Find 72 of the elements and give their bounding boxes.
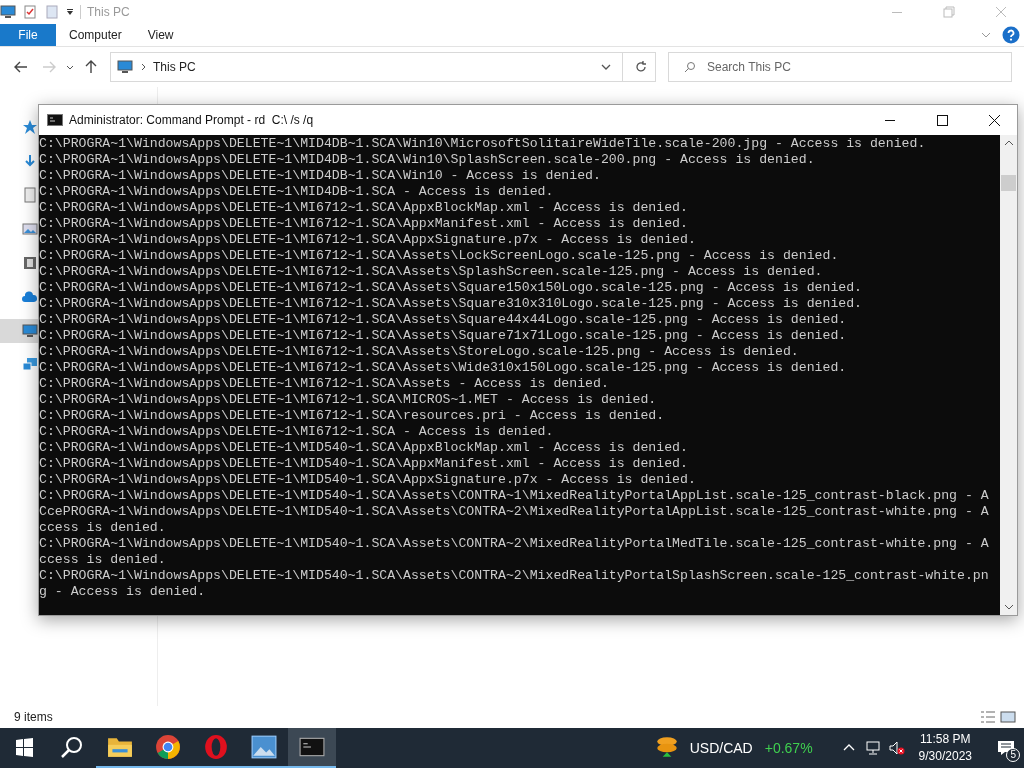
film-icon bbox=[22, 255, 38, 271]
back-arrow-icon[interactable] bbox=[13, 59, 29, 75]
search-field[interactable]: Search This PC bbox=[668, 52, 1012, 82]
chevron-icon bbox=[139, 63, 147, 71]
taskbar-app[interactable] bbox=[288, 728, 336, 768]
window-title: Administrator: Command Prompt - rd C:\ /s /q bbox=[69, 113, 314, 127]
refresh-icon[interactable] bbox=[633, 59, 649, 75]
speaker-icon[interactable] bbox=[888, 740, 905, 756]
console-line: C:\PROGRA~1\WindowsApps\DELETE~1\MID4DB~1.SCA\Win10 - Access is denied. bbox=[39, 168, 601, 184]
address-text: This PC bbox=[153, 60, 196, 74]
console-line: C:\PROGRA~1\WindowsApps\DELETE~1\MI6712~1.SCA\Assets\Square44x44Logo.scale-125.png - Access is denied. bbox=[39, 312, 847, 328]
console-line: C:\PROGRA~1\WindowsApps\DELETE~1\MID540~1.SCA\AppxBlockMap.xml - Access is denied. bbox=[39, 440, 688, 456]
browser-icon bbox=[155, 734, 181, 760]
console-line: ccess is denied. bbox=[39, 552, 166, 568]
clock-time[interactable]: 11:58 PM bbox=[920, 731, 971, 748]
console-line: C:\PROGRA~1\WindowsApps\DELETE~1\MI6712~1.SCA\Assets\Wide310x150Logo.scale-125.png - Access is denied. bbox=[39, 360, 847, 376]
help-icon[interactable] bbox=[1002, 26, 1020, 44]
console-line: C:\PROGRA~1\WindowsApps\DELETE~1\MID540~1.SCA\Assets\CONTRA~1\MixedRealityPortalAppList.scale-125_contrast-black.png - A bbox=[39, 488, 989, 504]
file-tab[interactable]: File bbox=[0, 24, 56, 46]
properties-icon[interactable] bbox=[22, 4, 38, 20]
console-line: C:\PROGRA~1\WindowsApps\DELETE~1\MID540~1.SCA\Assets\CONTRA~2\MixedRealityPortalSplashScreen.scale-125_contrast-white.pn bbox=[39, 568, 989, 584]
clock-date[interactable]: 9/30/2023 bbox=[918, 748, 972, 765]
image-icon bbox=[22, 221, 38, 237]
computer-icon bbox=[0, 4, 16, 20]
console-line: C:\PROGRA~1\WindowsApps\DELETE~1\MI6712~1.SCA\MICROS~1.MET - Access is denied. bbox=[39, 392, 657, 408]
console-line: C:\PROGRA~1\WindowsApps\DELETE~1\MID4DB~1.SCA - Access is denied. bbox=[39, 184, 554, 200]
console-line: g - Access is denied. bbox=[39, 584, 206, 600]
console-line: C:\PROGRA~1\WindowsApps\DELETE~1\MID540~1.SCA\Assets\CONTRA~2\MixedRealityPortalMedTile.scale-125_contrast-white.png - A bbox=[39, 536, 989, 552]
currency-pair[interactable]: USD/CAD bbox=[689, 740, 753, 756]
console-line: C:\PROGRA~1\WindowsApps\DELETE~1\MI6712~1.SCA\Assets - Access is denied. bbox=[39, 376, 609, 392]
scrollbar[interactable] bbox=[1000, 135, 1017, 615]
console-line: ccess is denied. bbox=[39, 520, 166, 536]
console-line: CcePROGRA~1\WindowsApps\DELETE~1\MID540~1.SCA\Assets\CONTRA~2\MixedRealityPortalAppList.scale-125_contrast-white.png - A bbox=[39, 504, 989, 520]
console-line: C:\PROGRA~1\WindowsApps\DELETE~1\MI6712~1.SCA\Assets\LockScreenLogo.scale-125.png - Access is denied. bbox=[39, 248, 839, 264]
notification-badge[interactable]: 5 bbox=[1006, 748, 1020, 762]
ring-icon bbox=[203, 734, 229, 760]
console-line: C:\PROGRA~1\WindowsApps\DELETE~1\MI6712~1.SCA\Assets\Square310x310Logo.scale-125.png - Access is denied. bbox=[39, 296, 863, 312]
document-icon bbox=[22, 187, 38, 203]
cloud-icon bbox=[22, 289, 38, 305]
console-line: C:\PROGRA~1\WindowsApps\DELETE~1\MI6712~1.SCA\AppxSignature.p7x - Access is denied. bbox=[39, 232, 696, 248]
window-title: This PC bbox=[87, 5, 130, 19]
arrow-down-icon bbox=[22, 153, 38, 169]
large-icons-view-icon[interactable] bbox=[1000, 709, 1016, 725]
console-line: C:\PROGRA~1\WindowsApps\DELETE~1\MI6712~1.SCA\Assets\SplashScreen.scale-125.png - Access is denied. bbox=[39, 264, 823, 280]
recent-caret-icon[interactable] bbox=[66, 63, 74, 71]
console-line: C:\PROGRA~1\WindowsApps\DELETE~1\MI6712~1.SCA\Assets\Square150x150Logo.scale-125.png - Access is denied. bbox=[39, 280, 863, 296]
console-line: C:\PROGRA~1\WindowsApps\DELETE~1\MID4DB~1.SCA\Win10\SplashScreen.scale-200.png - Access is denied. bbox=[39, 152, 815, 168]
network-icon[interactable] bbox=[864, 740, 881, 756]
up-arrow-icon[interactable] bbox=[83, 59, 99, 75]
item-count: 9 items bbox=[14, 710, 53, 724]
console-line: C:\PROGRA~1\WindowsApps\DELETE~1\MI6712~1.SCA - Access is denied. bbox=[39, 424, 554, 440]
console-icon bbox=[47, 112, 63, 128]
console-line: C:\PROGRA~1\WindowsApps\DELETE~1\MID4DB~1.SCA\Win10\MicrosoftSolitaireWideTile.scale-200.jpg - Access is denied. bbox=[39, 136, 926, 152]
console-line: C:\PROGRA~1\WindowsApps\DELETE~1\MI6712~1.SCA\AppxBlockMap.xml - Access is denied. bbox=[39, 200, 688, 216]
dropdown-icon[interactable] bbox=[66, 8, 74, 16]
computer-icon bbox=[22, 323, 38, 339]
console-line: C:\PROGRA~1\WindowsApps\DELETE~1\MID540~1.SCA\AppxSignature.p7x - Access is denied. bbox=[39, 472, 696, 488]
currency-change[interactable]: +0.67% bbox=[764, 740, 813, 756]
ribbon-tab[interactable]: View bbox=[134, 24, 187, 46]
image-icon bbox=[251, 734, 277, 760]
console-line: C:\PROGRA~1\WindowsApps\DELETE~1\MI6712~1.SCA\Assets\StoreLogo.scale-125.png - Access is denied. bbox=[39, 344, 799, 360]
console-line: C:\PROGRA~1\WindowsApps\DELETE~1\MI6712~1.SCA\Assets\Square71x71Logo.scale-125.png - Access is denied. bbox=[39, 328, 847, 344]
console-line: C:\PROGRA~1\WindowsApps\DELETE~1\MI6712~1.SCA\AppxManifest.xml - Access is denied. bbox=[39, 216, 688, 232]
search-icon bbox=[684, 61, 696, 73]
console-line: C:\PROGRA~1\WindowsApps\DELETE~1\MID540~1.SCA\AppxManifest.xml - Access is denied. bbox=[39, 456, 688, 472]
console-line: C:\PROGRA~1\WindowsApps\DELETE~1\MI6712~1.SCA\resources.pri - Access is denied. bbox=[39, 408, 665, 424]
scroll-thumb[interactable] bbox=[1001, 175, 1016, 191]
nav-item[interactable] bbox=[0, 319, 38, 343]
star-icon bbox=[22, 119, 38, 135]
address-bar[interactable]: This PC bbox=[110, 52, 656, 82]
ribbon-tab[interactable]: Computer bbox=[56, 24, 135, 46]
computer-icon bbox=[117, 59, 133, 75]
